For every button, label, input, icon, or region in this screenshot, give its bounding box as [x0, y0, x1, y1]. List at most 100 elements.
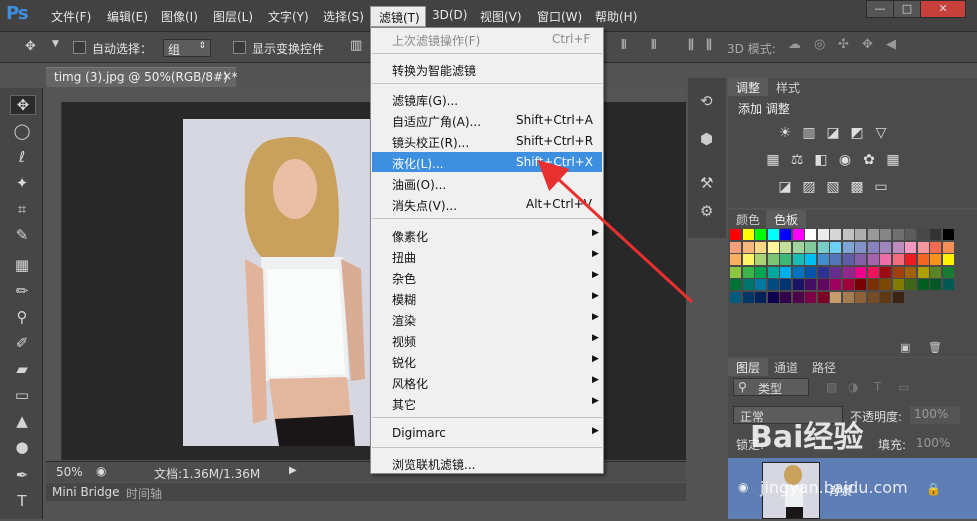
fill-value[interactable]: 100%	[916, 436, 950, 450]
marquee-tool-icon[interactable]: ◯	[10, 122, 34, 140]
menu-item-lens-correction[interactable]: 镜头校正(R)... Shift+Ctrl+R	[372, 131, 602, 151]
document-tab[interactable]: timg (3).jpg @ 50%(RGB/8#) * ×	[46, 67, 238, 87]
auto-select-dropdown[interactable]: 组 ⇕	[163, 39, 211, 57]
blur-tool-icon[interactable]: ▲	[10, 412, 34, 430]
color-swatch[interactable]	[867, 229, 879, 240]
color-swatch[interactable]	[942, 254, 954, 265]
menu-3d[interactable]: 3D(D)	[432, 8, 467, 22]
layer-kind-filter[interactable]: ⚲ 类型	[733, 378, 809, 396]
color-swatch[interactable]	[805, 241, 816, 253]
color-swatch[interactable]	[867, 291, 879, 303]
color-swatch[interactable]	[767, 229, 779, 240]
color-swatch[interactable]	[880, 229, 891, 240]
color-swatch[interactable]	[842, 279, 854, 290]
color-swatch[interactable]	[730, 279, 741, 290]
drag-3d-icon[interactable]: ✣	[838, 37, 849, 52]
posterize-icon[interactable]: ▨	[800, 180, 818, 194]
threshold-icon[interactable]: ▧	[824, 180, 842, 194]
color-swatch[interactable]	[917, 229, 929, 240]
color-swatch[interactable]	[730, 266, 741, 278]
selective-color-icon[interactable]: ▩	[848, 180, 866, 194]
color-swatch[interactable]	[830, 266, 841, 278]
color-swatch[interactable]	[880, 266, 891, 278]
menu-file[interactable]: 文件(F)	[51, 8, 91, 25]
clone-stamp-tool-icon[interactable]: ⚲	[10, 308, 34, 326]
color-swatch[interactable]	[930, 241, 941, 253]
menu-item-distort[interactable]: 扭曲 ▶	[372, 246, 602, 266]
color-swatch[interactable]	[805, 266, 816, 278]
color-swatch[interactable]	[755, 229, 766, 240]
color-swatch[interactable]	[930, 279, 941, 290]
align-top-icon[interactable]: ▥	[350, 38, 362, 53]
color-swatch[interactable]	[817, 254, 829, 265]
type-tool-icon[interactable]: T	[10, 492, 34, 510]
color-swatch[interactable]	[780, 229, 791, 240]
color-swatch[interactable]	[892, 241, 904, 253]
color-swatch[interactable]	[742, 241, 754, 253]
color-swatch[interactable]	[892, 279, 904, 290]
color-swatch[interactable]	[742, 266, 754, 278]
menu-item-stylize[interactable]: 风格化 ▶	[372, 372, 602, 392]
color-swatch[interactable]	[892, 266, 904, 278]
color-swatch[interactable]	[730, 241, 741, 253]
color-swatch[interactable]	[792, 254, 804, 265]
menu-item-video[interactable]: 视频 ▶	[372, 330, 602, 350]
color-swatch[interactable]	[742, 291, 754, 303]
distribute-icon[interactable]: ⫴	[651, 38, 656, 53]
color-swatch[interactable]	[780, 279, 791, 290]
history-brush-tool-icon[interactable]: ✐	[10, 334, 34, 352]
menu-edit[interactable]: 编辑(E)	[107, 8, 148, 25]
color-swatch[interactable]	[917, 279, 929, 290]
color-swatch[interactable]	[755, 254, 766, 265]
menu-type[interactable]: 文字(Y)	[268, 8, 309, 25]
color-swatch[interactable]	[767, 291, 779, 303]
color-swatch[interactable]	[780, 254, 791, 265]
color-swatch[interactable]	[930, 266, 941, 278]
color-swatch[interactable]	[880, 241, 891, 253]
close-button[interactable]: ✕	[920, 0, 966, 18]
show-transform-checkbox[interactable]	[233, 41, 246, 54]
crop-tool-icon[interactable]: ⌗	[10, 200, 34, 218]
status-info-icon[interactable]: ◉	[96, 464, 106, 478]
color-swatch[interactable]	[880, 291, 891, 303]
camera-3d-icon[interactable]: ◀	[886, 37, 896, 52]
magic-wand-tool-icon[interactable]: ✦	[10, 174, 34, 192]
color-swatch[interactable]	[805, 254, 816, 265]
lasso-tool-icon[interactable]: ℓ	[10, 148, 34, 166]
distribute-icon[interactable]: ⫼	[706, 38, 712, 53]
color-swatch[interactable]	[817, 291, 829, 303]
tab-swatches[interactable]: 色板	[766, 210, 807, 228]
invert-icon[interactable]: ◪	[776, 180, 794, 194]
color-swatch[interactable]	[792, 279, 804, 290]
curves-icon[interactable]: ◪	[824, 126, 842, 140]
color-swatch[interactable]	[905, 266, 916, 278]
eraser-tool-icon[interactable]: ▰	[10, 360, 34, 378]
color-swatch[interactable]	[930, 229, 941, 240]
menu-item-pixelate[interactable]: 像素化 ▶	[372, 225, 602, 245]
distribute-icon[interactable]: ⫼	[688, 38, 694, 53]
menu-item-adaptive-wide-angle[interactable]: 自适应广角(A)... Shift+Ctrl+A	[372, 110, 602, 130]
tab-timeline[interactable]: 时间轴	[126, 485, 162, 502]
color-swatch[interactable]	[880, 279, 891, 290]
color-swatch[interactable]	[892, 229, 904, 240]
color-swatch[interactable]	[817, 241, 829, 253]
brightness-icon[interactable]: ☀	[776, 126, 794, 140]
menu-item-liquify[interactable]: 液化(L)... Shift+Ctrl+X	[372, 152, 602, 172]
dodge-tool-icon[interactable]: ●	[10, 438, 34, 456]
opacity-value[interactable]: 100%	[910, 406, 960, 424]
color-swatch[interactable]	[867, 266, 879, 278]
color-swatch[interactable]	[942, 266, 954, 278]
color-swatch[interactable]	[817, 279, 829, 290]
color-swatch[interactable]	[930, 254, 941, 265]
close-tab-icon[interactable]: ×	[222, 69, 232, 83]
color-swatch[interactable]	[892, 291, 904, 303]
color-swatch[interactable]	[755, 291, 766, 303]
color-swatch[interactable]	[855, 254, 866, 265]
tab-paths[interactable]: 路径	[804, 358, 844, 376]
color-swatch[interactable]	[780, 266, 791, 278]
color-balance-icon[interactable]: ⚖	[788, 153, 806, 167]
color-swatch[interactable]	[767, 266, 779, 278]
color-swatch[interactable]	[855, 266, 866, 278]
menu-item-other[interactable]: 其它 ▶	[372, 393, 602, 413]
menu-window[interactable]: 窗口(W)	[537, 8, 582, 25]
